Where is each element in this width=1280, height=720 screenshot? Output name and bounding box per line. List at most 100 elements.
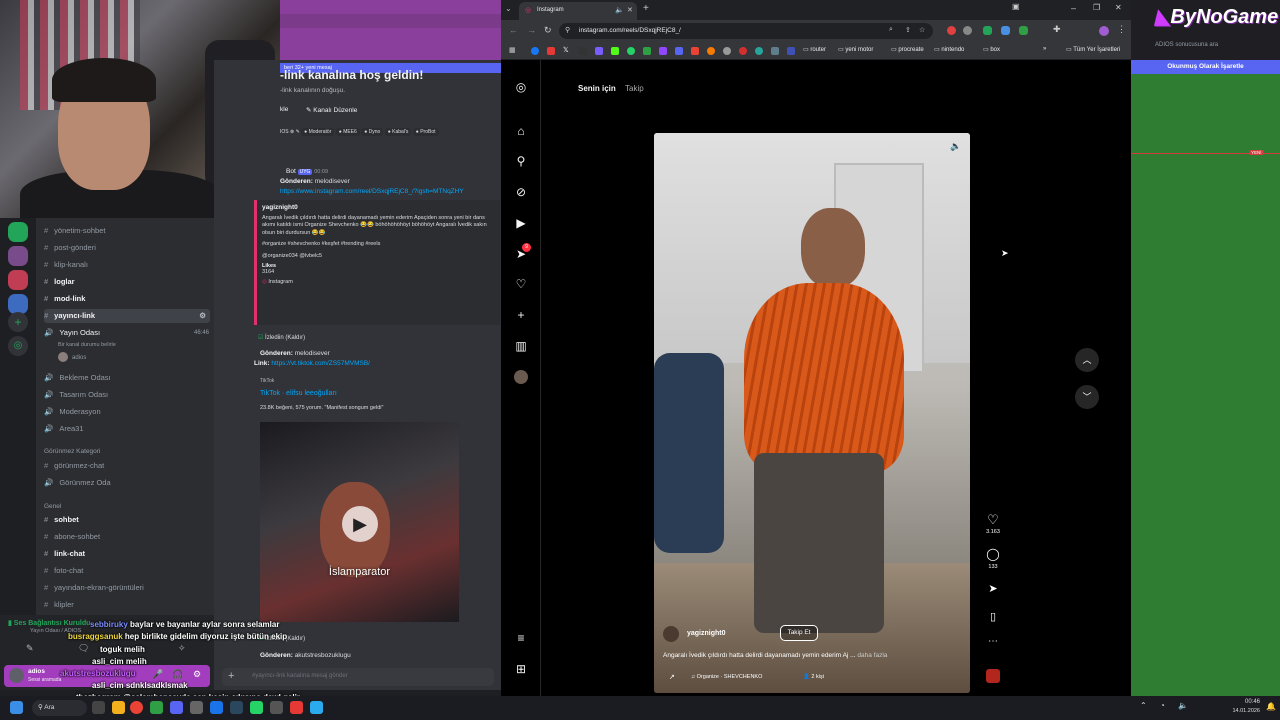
- bookmark-star-icon[interactable]: ☆: [919, 26, 925, 34]
- maximize-icon[interactable]: ❐: [1093, 3, 1100, 12]
- back-icon[interactable]: ←: [509, 25, 518, 35]
- discord-icon[interactable]: [170, 701, 183, 714]
- x-icon[interactable]: 𝕏: [563, 46, 569, 54]
- add-server-icon[interactable]: +: [8, 312, 28, 332]
- bookmark-icon[interactable]: [771, 47, 779, 55]
- taskview-icon[interactable]: [92, 701, 105, 714]
- follow-button[interactable]: Takip Et: [780, 625, 818, 641]
- search-icon[interactable]: ⚲: [514, 154, 528, 168]
- plus-icon[interactable]: +: [228, 670, 234, 682]
- notification-icon[interactable]: 🔔: [1266, 702, 1276, 711]
- edit-channel-button[interactable]: ✎ Kanalı Düzenle: [306, 106, 357, 114]
- watched-label[interactable]: ☑ İzlediin (Kaldır): [258, 334, 305, 341]
- create-icon[interactable]: +: [514, 308, 528, 322]
- add-button[interactable]: kle: [280, 106, 288, 113]
- previous-reel-chevron-up-icon[interactable]: ︿: [1075, 348, 1099, 372]
- dashboard-icon[interactable]: ▥: [514, 339, 528, 353]
- message-input[interactable]: + #yayıncı-link kanalına mesaj gönder: [222, 668, 494, 686]
- role-tag[interactable]: ● Kabal's: [384, 128, 412, 136]
- voice-channel[interactable]: 🔊 Moderasyon: [44, 405, 101, 419]
- voice-channel[interactable]: 🔊 Bekleme Odası: [44, 371, 111, 385]
- bookmark-icon[interactable]: [723, 47, 731, 55]
- role-tag[interactable]: ● MEE6: [335, 128, 360, 136]
- extension-icon[interactable]: [1001, 26, 1010, 35]
- reel-caption[interactable]: Angaralı İvedik çıldırdı hatta delirdi d…: [663, 652, 887, 659]
- channel-item[interactable]: # yönetim-sohbet: [44, 224, 105, 238]
- bookmark-icon[interactable]: [707, 47, 715, 55]
- clock-time[interactable]: 00:46: [1232, 699, 1260, 705]
- channel-item[interactable]: # görünmez-chat: [44, 459, 104, 473]
- activity-icon[interactable]: 🗨: [78, 643, 89, 654]
- reel-tagged[interactable]: 👤 2 kişi: [803, 674, 824, 680]
- server-icon[interactable]: [8, 294, 28, 314]
- new-tab-icon[interactable]: +: [643, 3, 649, 14]
- channel-item[interactable]: # abone-sohbet: [44, 530, 100, 544]
- category-header[interactable]: Görünmez Kategori: [44, 448, 100, 455]
- screen-share-icon[interactable]: ✎: [26, 643, 34, 654]
- forward-icon[interactable]: →: [527, 25, 536, 35]
- minimize-icon[interactable]: –: [1071, 3, 1076, 13]
- messages-icon[interactable]: ➤ 9: [514, 243, 531, 261]
- app-icon[interactable]: [270, 701, 283, 714]
- chrome-icon[interactable]: [130, 701, 143, 714]
- next-reel-chevron-down-icon[interactable]: ﹀: [1075, 385, 1099, 409]
- clock-date[interactable]: 14.01.2026: [1222, 708, 1260, 714]
- discord-icon[interactable]: [675, 47, 683, 55]
- profile-icon[interactable]: ▣: [1012, 2, 1020, 11]
- category-header[interactable]: Genel: [44, 503, 61, 510]
- more-apps-icon[interactable]: ⊞: [514, 662, 528, 676]
- reel-video[interactable]: 🔈: [654, 133, 970, 693]
- play-icon[interactable]: ▶: [342, 506, 378, 542]
- tab-search-icon[interactable]: ⌄: [505, 4, 512, 13]
- bookmark-icon[interactable]: [755, 47, 763, 55]
- voice-channel[interactable]: 🔊 Area31: [44, 422, 84, 436]
- zoom-icon[interactable]: ⌕: [889, 26, 893, 34]
- twitch-icon[interactable]: [659, 47, 667, 55]
- audio-thumbnail[interactable]: [986, 669, 1000, 683]
- bookmark-item[interactable]: ▭ procreate: [891, 46, 924, 53]
- youtube-icon[interactable]: [547, 47, 555, 55]
- role-tag[interactable]: ● ProBot: [412, 128, 439, 136]
- tiktok-video-thumbnail[interactable]: ▶ İslamparator: [260, 422, 459, 622]
- bookmark-icon[interactable]: [739, 47, 747, 55]
- tab-for-you[interactable]: Senin için: [578, 84, 616, 93]
- soundboard-icon[interactable]: ✧: [178, 643, 186, 654]
- instagram-logo-icon[interactable]: ◎: [514, 80, 528, 94]
- explore-icon[interactable]: ◎: [8, 336, 28, 356]
- server-icon[interactable]: [8, 222, 28, 242]
- reel-username[interactable]: yagiznight0: [687, 630, 726, 637]
- volume-icon[interactable]: 🔈: [1178, 701, 1188, 710]
- embed-author[interactable]: yagiznight0: [262, 204, 495, 211]
- extension-icon[interactable]: [1019, 26, 1028, 35]
- tray-chevron-icon[interactable]: ⌃: [1140, 701, 1147, 710]
- avatar[interactable]: [663, 626, 679, 642]
- channel-item[interactable]: # link-chat: [44, 547, 85, 561]
- bookmark-item[interactable]: ▭ nintendo: [934, 46, 964, 53]
- notifications-heart-icon[interactable]: ♡: [514, 277, 528, 291]
- tab-following[interactable]: Takip: [625, 84, 644, 93]
- channel-item-active[interactable]: # yayıncı-link ⚙: [44, 309, 210, 323]
- home-icon[interactable]: ⌂: [514, 124, 528, 138]
- share-icon[interactable]: ➤: [986, 582, 1000, 595]
- extension-icon[interactable]: [983, 26, 992, 35]
- settings-icon[interactable]: ⚙: [193, 669, 201, 680]
- app-icon[interactable]: [190, 701, 203, 714]
- taskbar-search[interactable]: ⚲ Ara: [32, 700, 87, 716]
- site-info-icon[interactable]: ⚲: [565, 26, 570, 34]
- more-bookmarks-icon[interactable]: »: [1043, 46, 1046, 52]
- like-heart-icon[interactable]: ♡: [986, 512, 1000, 528]
- bookmark-icon[interactable]: [643, 47, 651, 55]
- menu-dots-icon[interactable]: ⋮: [1117, 24, 1126, 35]
- gmail-icon[interactable]: [691, 47, 699, 55]
- settings-icon[interactable]: ⚙: [199, 309, 206, 323]
- mark-read-button[interactable]: Okunmuş Olarak İşaretle: [1131, 60, 1280, 74]
- channel-item[interactable]: # sohbet: [44, 513, 79, 527]
- app-icon[interactable]: [290, 701, 303, 714]
- menu-icon[interactable]: ≡: [514, 631, 528, 645]
- server-icon[interactable]: [8, 246, 28, 266]
- bookmark-item[interactable]: ▭ yeni motor: [838, 46, 873, 53]
- kick-icon[interactable]: [611, 47, 619, 55]
- extension-icon[interactable]: [947, 26, 956, 35]
- channel-item[interactable]: # foto-chat: [44, 564, 83, 578]
- role-tag[interactable]: ● Dyno: [361, 128, 384, 136]
